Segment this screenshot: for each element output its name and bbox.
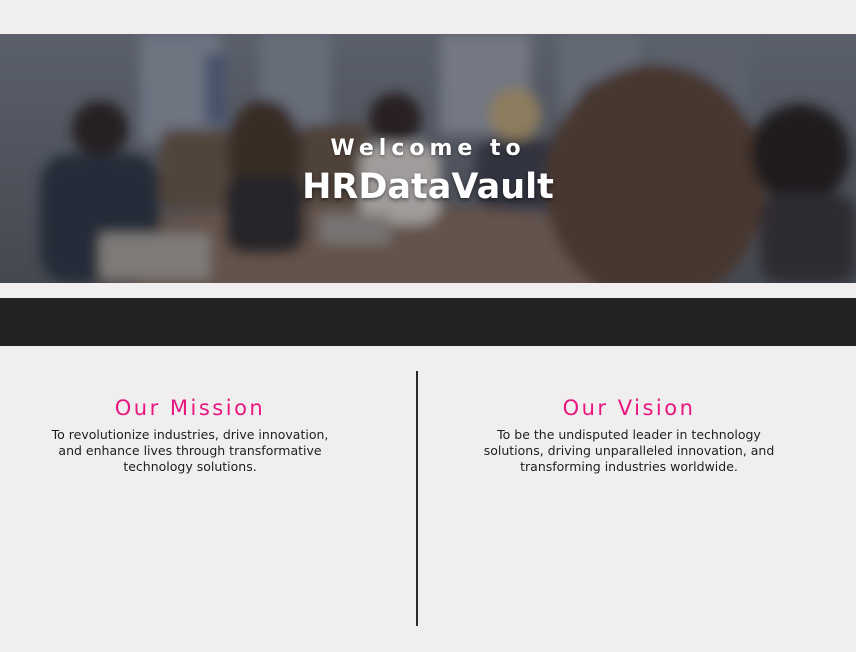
vertical-divider <box>416 371 418 626</box>
hero-banner: Welcome to HRDataVault <box>0 34 856 283</box>
mission-section: Our Mission To revolutionize industries,… <box>40 393 340 475</box>
hero-brand-title: HRDataVault <box>302 167 554 207</box>
vision-heading: Our Vision <box>562 396 696 420</box>
dark-band <box>0 298 856 346</box>
mission-text: To revolutionize industries, drive innov… <box>51 427 329 474</box>
mission-heading: Our Mission <box>114 396 266 420</box>
hero-heading: Welcome to HRDataVault <box>0 134 856 208</box>
hero-welcome-text: Welcome to <box>330 136 526 161</box>
vision-text: To be the undisputed leader in technolog… <box>483 427 775 474</box>
page: Welcome to HRDataVault Our Mission To re… <box>0 0 856 652</box>
vision-section: Our Vision To be the undisputed leader i… <box>470 393 788 475</box>
